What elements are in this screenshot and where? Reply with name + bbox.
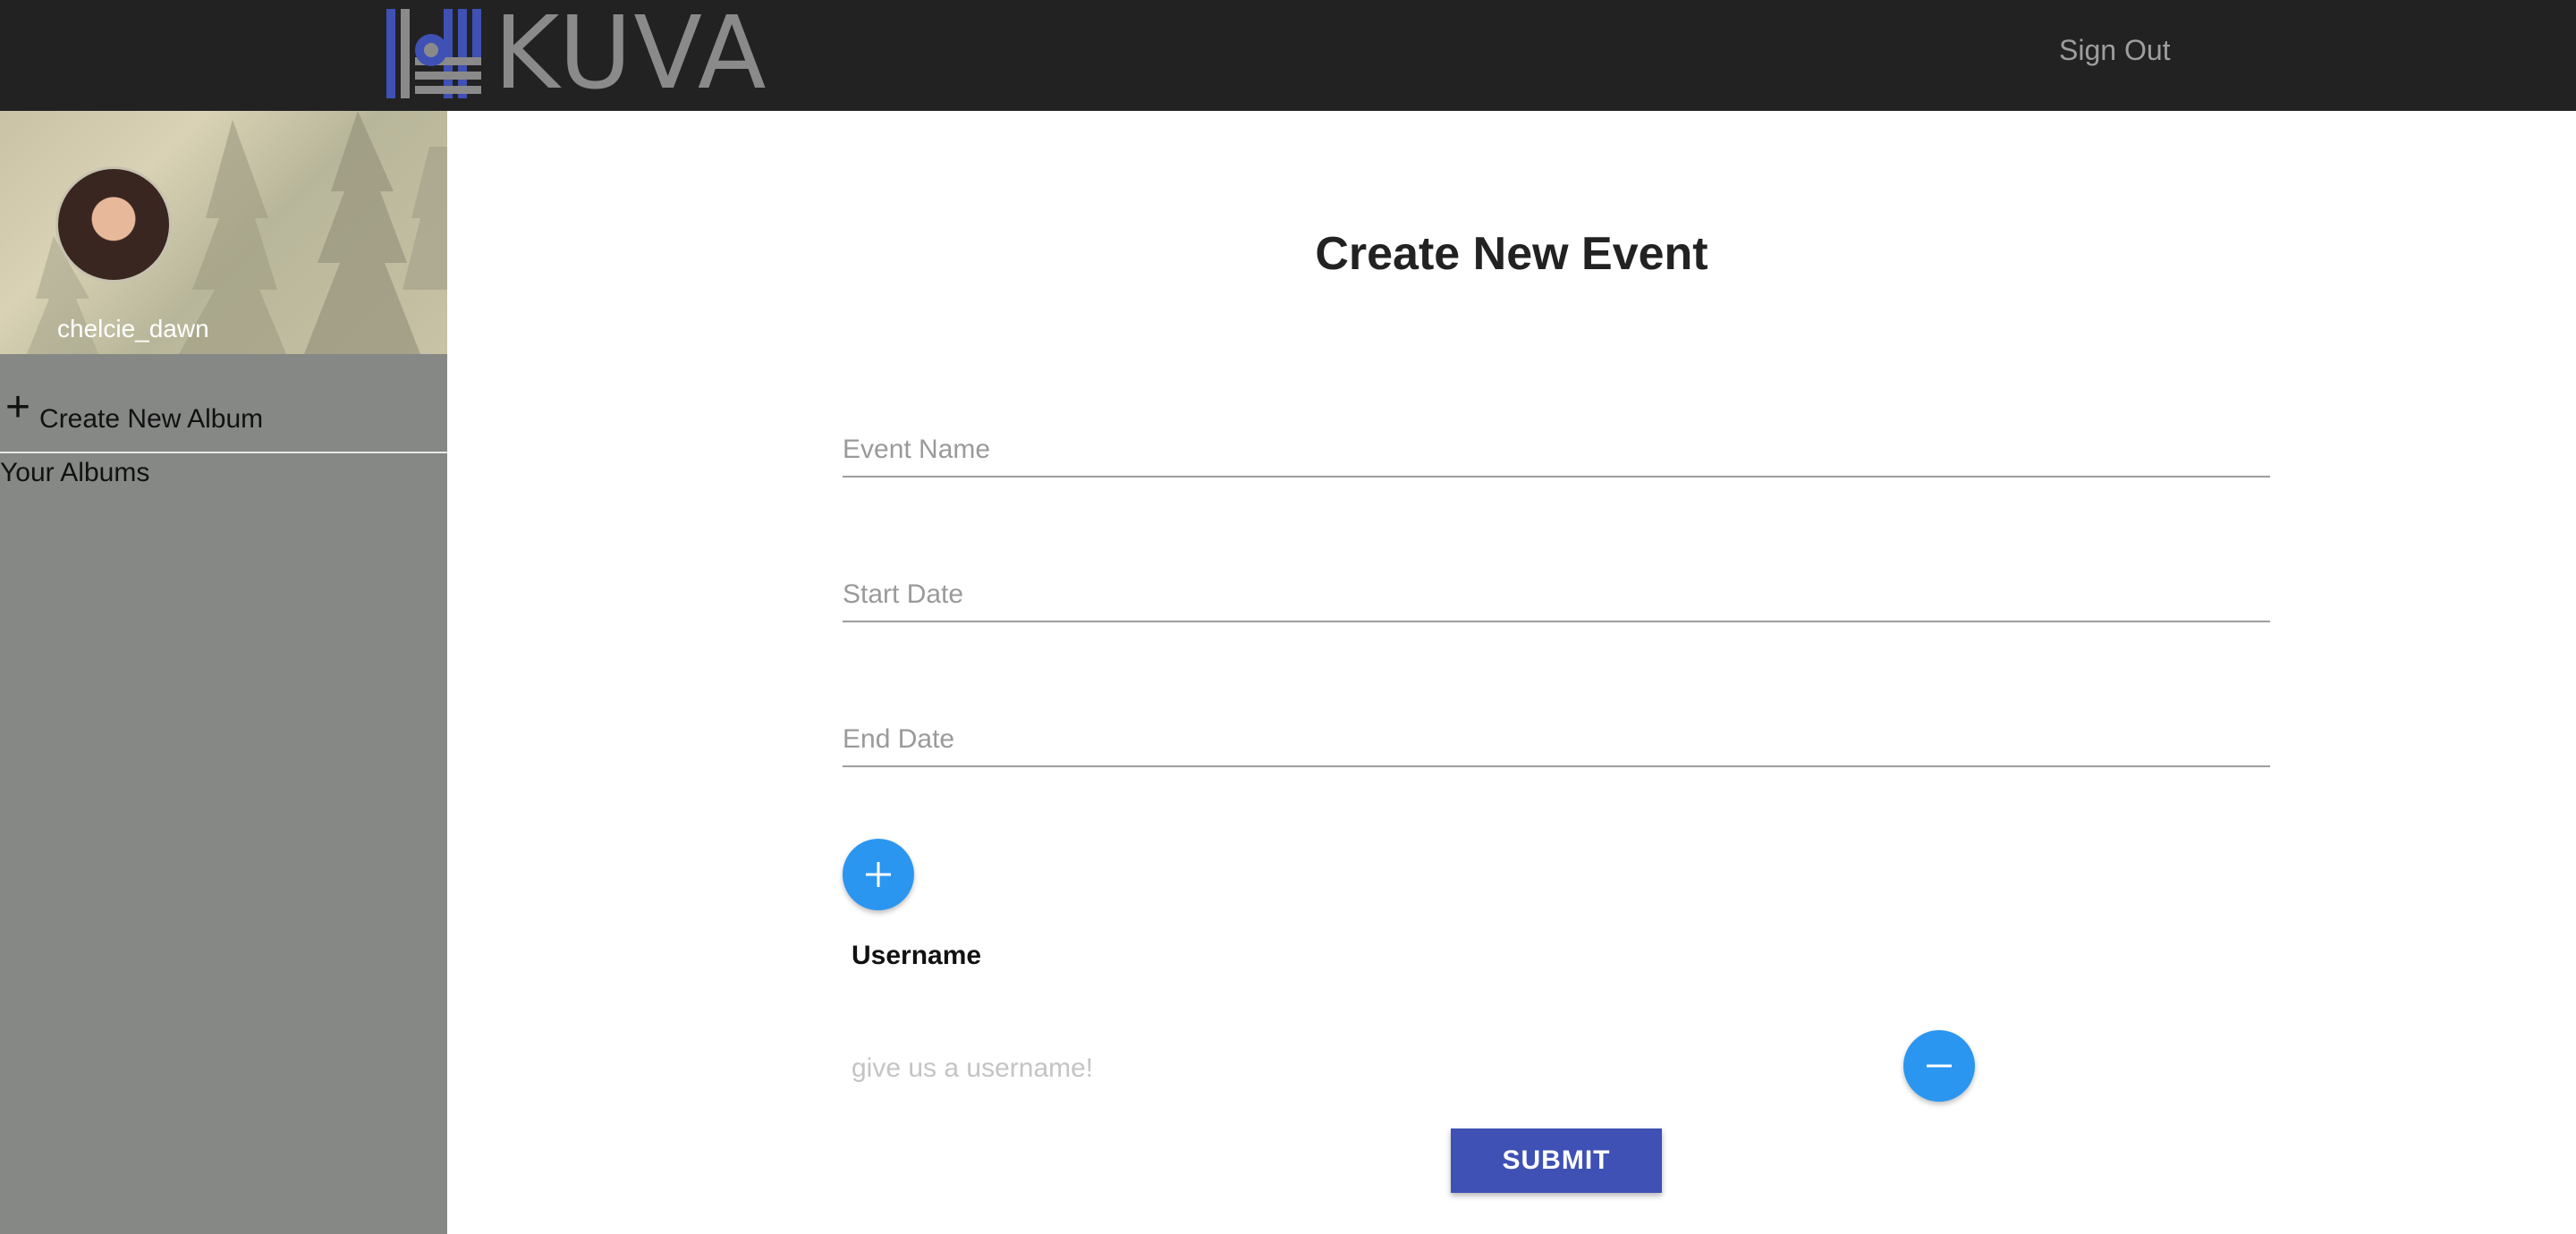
add-username-button[interactable] [843,839,914,910]
event-name-field [843,424,2270,478]
end-date-input[interactable] [843,714,2270,765]
start-date-input[interactable] [843,569,2270,621]
profile-username: chelcie_dawn [57,315,209,342]
start-date-field [843,569,2270,622]
brand-name: KUVA [494,0,768,112]
event-name-input[interactable] [843,424,2270,476]
top-bar: KUVA Sign Out [0,0,2576,111]
page-title: Create New Event [0,227,2576,281]
username-input[interactable] [852,1046,1835,1091]
create-new-album-button[interactable]: + Create New Album [0,384,447,438]
sidebar-divider [0,452,447,453]
page-title-text: Create New Event [1315,228,1708,280]
username-label: Username [852,941,982,970]
plus-icon [866,862,891,887]
your-albums-link[interactable]: Your Albums [0,458,149,488]
remove-username-button[interactable] [1903,1030,1975,1102]
kuva-logo-icon [386,9,481,98]
plus-icon: + [5,384,31,431]
sign-out-link[interactable]: Sign Out [2059,34,2171,67]
brand-logo[interactable]: KUVA [385,4,767,104]
minus-icon [1927,1064,1952,1068]
submit-button[interactable]: SUBMIT [1451,1128,1662,1193]
end-date-field [843,714,2270,767]
create-new-album-label: Create New Album [39,404,264,434]
